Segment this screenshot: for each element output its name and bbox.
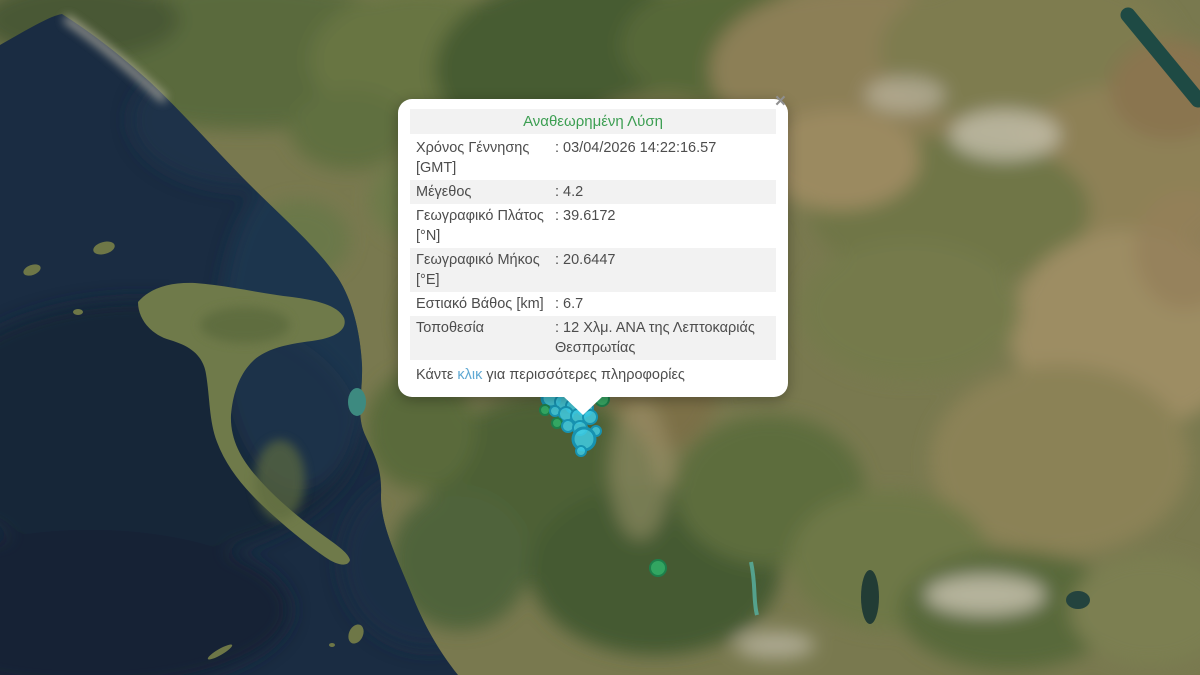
- footer-pre: Κάντε: [416, 367, 457, 383]
- popup-title: Αναθεωρημένη Λύση: [410, 109, 776, 134]
- coastal-lagoon: [348, 388, 366, 416]
- location-label: Τοποθεσία: [416, 318, 555, 358]
- earthquake-marker[interactable]: [562, 420, 574, 432]
- row-location: Τοποθεσία : 12 Χλμ. ΑΝΑ της Λεπτοκαριάς …: [410, 316, 776, 360]
- row-depth: Εστιακό Βάθος [km] : 6.7: [410, 292, 776, 316]
- map-app: × Αναθεωρημένη Λύση Χρόνος Γέννησης [GMT…: [0, 0, 1200, 675]
- more-info-text: Κάντε κλικ για περισσότερες πληροφορίες: [410, 360, 776, 387]
- earthquake-marker[interactable]: [576, 446, 586, 456]
- row-latitude: Γεωγραφικό Πλάτος [°N] : 39.6172: [410, 204, 776, 248]
- lake-small: [1066, 591, 1090, 609]
- row-origin-time: Χρόνος Γέννησης [GMT] : 03/04/2026 14:22…: [410, 136, 776, 180]
- origin-time-label: Χρόνος Γέννησης [GMT]: [416, 138, 555, 178]
- longitude-value: : 20.6447: [555, 250, 770, 290]
- more-info-link[interactable]: κλικ: [457, 367, 482, 383]
- lake-narrow: [861, 570, 879, 624]
- row-longitude: Γεωγραφικό Μήκος [°E] : 20.6447: [410, 248, 776, 292]
- depth-label: Εστιακό Βάθος [km]: [416, 294, 555, 314]
- row-magnitude: Μέγεθος : 4.2: [410, 180, 776, 204]
- earthquake-marker[interactable]: [540, 405, 550, 415]
- close-icon[interactable]: ×: [773, 90, 788, 113]
- location-value: : 12 Χλμ. ΑΝΑ της Λεπτοκαριάς Θεσπρωτίας: [555, 318, 770, 358]
- popup-arrow: [563, 396, 603, 415]
- earthquake-marker[interactable]: [650, 560, 666, 576]
- earthquake-marker[interactable]: [552, 418, 562, 428]
- latitude-label: Γεωγραφικό Πλάτος [°N]: [416, 206, 555, 246]
- longitude-label: Γεωγραφικό Μήκος [°E]: [416, 250, 555, 290]
- footer-post: για περισσότερες πληροφορίες: [482, 367, 685, 383]
- magnitude-value: : 4.2: [555, 182, 770, 202]
- latitude-value: : 39.6172: [555, 206, 770, 246]
- magnitude-label: Μέγεθος: [416, 182, 555, 202]
- origin-time-value: : 03/04/2026 14:22:16.57: [555, 138, 770, 178]
- earthquake-popup: × Αναθεωρημένη Λύση Χρόνος Γέννησης [GMT…: [398, 99, 788, 397]
- depth-value: : 6.7: [555, 294, 770, 314]
